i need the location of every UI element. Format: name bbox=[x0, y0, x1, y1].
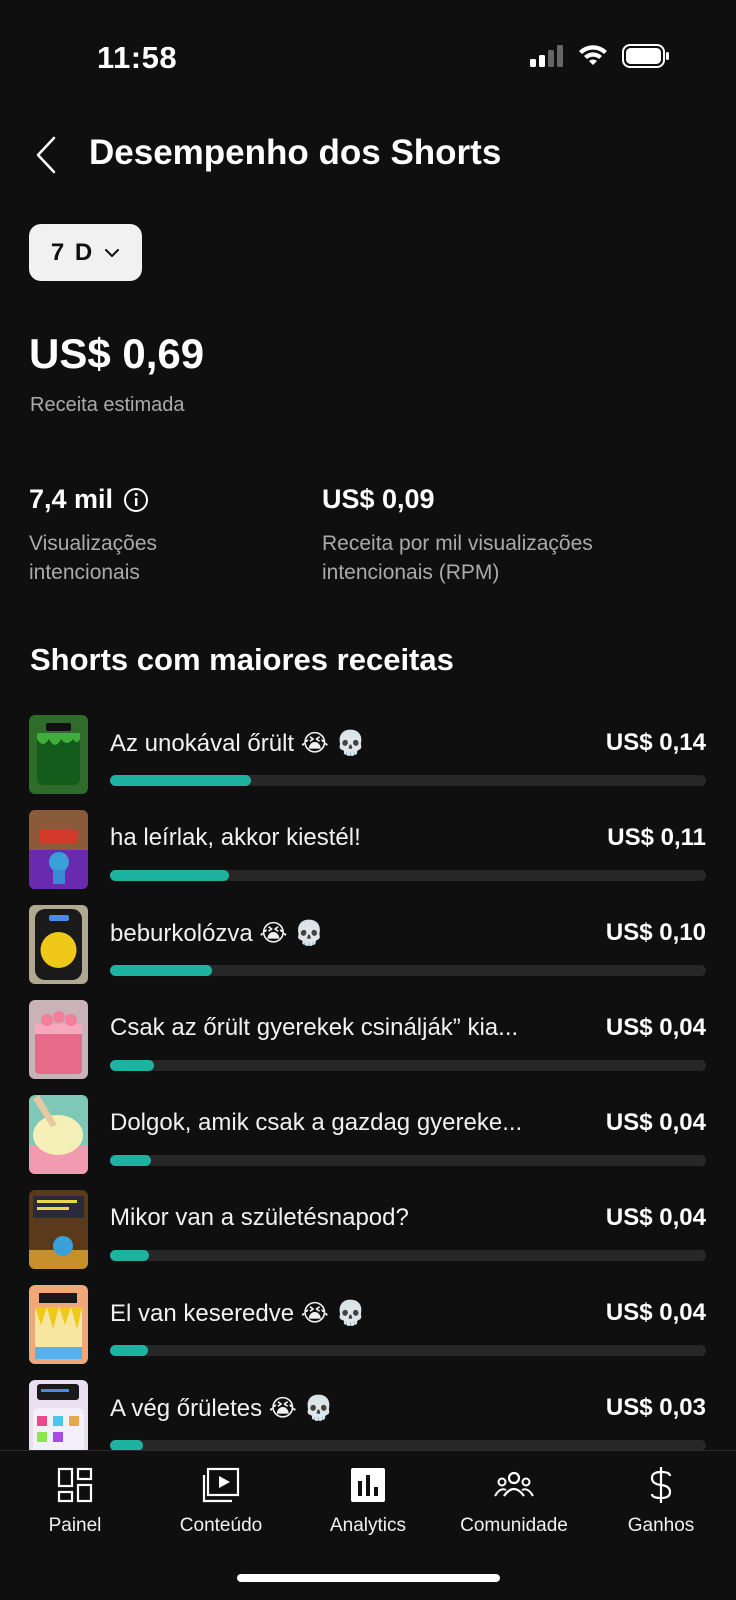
chevron-down-icon bbox=[105, 248, 120, 257]
header: Desempenho dos Shorts bbox=[0, 125, 736, 185]
short-revenue: US$ 0,04 bbox=[605, 1014, 706, 1041]
revenue-bar-fill bbox=[110, 775, 252, 786]
short-row[interactable]: Csak az őrült gyerekek csinálják” kia...… bbox=[0, 1000, 736, 1081]
short-thumbnail bbox=[29, 810, 88, 889]
revenue-bar-track bbox=[110, 965, 706, 976]
revenue-bar-fill bbox=[110, 965, 212, 976]
info-icon[interactable] bbox=[123, 487, 149, 513]
short-thumbnail bbox=[29, 1095, 88, 1174]
short-thumbnail bbox=[29, 1285, 88, 1364]
rpm-metric: US$ 0,09 Receita por mil visualizações i… bbox=[322, 484, 593, 587]
nav-item-analytics[interactable]: Analytics bbox=[295, 1465, 441, 1537]
short-row[interactable]: beburkolózva 😭 💀 US$ 0,10 bbox=[0, 905, 736, 986]
nav-item-conteudo[interactable]: Conteúdo bbox=[148, 1465, 294, 1537]
short-title: A vég őrületes 😭 💀 bbox=[110, 1395, 334, 1422]
analytics-icon bbox=[351, 1468, 385, 1502]
revenue-bar-track bbox=[110, 1060, 706, 1071]
period-dropdown[interactable]: 7 D bbox=[29, 224, 142, 281]
views-label-line2: intencionais bbox=[29, 561, 140, 584]
short-row[interactable]: Mikor van a születésnapod? US$ 0,04 bbox=[0, 1190, 736, 1271]
short-revenue: US$ 0,03 bbox=[605, 1394, 706, 1421]
short-title: Az unokával őrült 😭 💀 bbox=[110, 730, 366, 757]
short-row[interactable]: Dolgok, amik csak a gazdag gyereke... US… bbox=[0, 1095, 736, 1176]
short-revenue: US$ 0,04 bbox=[605, 1204, 706, 1231]
nav-item-ganhos[interactable]: Ganhos bbox=[588, 1465, 734, 1537]
short-title: ha leírlak, akkor kiestél! bbox=[110, 824, 361, 851]
status-bar: 11:58 bbox=[0, 0, 736, 110]
revenue-bar-track bbox=[110, 1155, 706, 1166]
section-title: Shorts com maiores receitas bbox=[30, 642, 454, 677]
back-arrow-icon bbox=[36, 136, 56, 174]
nav-item-comunidade[interactable]: Comunidade bbox=[441, 1465, 587, 1537]
nav-label: Comunidade bbox=[460, 1515, 568, 1536]
short-title: beburkolózva 😭 💀 bbox=[110, 920, 325, 947]
nav-label: Conteúdo bbox=[179, 1515, 263, 1536]
views-label-line1: Visualizações bbox=[29, 532, 158, 555]
short-revenue: US$ 0,04 bbox=[605, 1109, 706, 1136]
short-thumbnail bbox=[29, 1190, 88, 1269]
revenue-bar-fill bbox=[110, 870, 230, 881]
nav-item-painel[interactable]: Painel bbox=[2, 1465, 148, 1537]
dashboard-icon bbox=[57, 1467, 93, 1503]
short-revenue: US$ 0,04 bbox=[605, 1299, 706, 1326]
status-icons bbox=[530, 44, 670, 68]
community-icon bbox=[494, 1471, 534, 1497]
short-thumbnail bbox=[29, 1000, 88, 1079]
content-icon bbox=[202, 1467, 240, 1503]
short-title: Mikor van a születésnapod? bbox=[110, 1204, 409, 1231]
cellular-signal-icon bbox=[530, 45, 563, 67]
short-revenue: US$ 0,11 bbox=[607, 824, 706, 851]
revenue-bar-track bbox=[110, 870, 706, 881]
revenue-bar-track bbox=[110, 775, 706, 786]
period-selected: 7 D bbox=[50, 238, 95, 266]
short-thumbnail bbox=[29, 905, 88, 984]
rpm-label-line2: intencionais (RPM) bbox=[322, 561, 500, 584]
estimated-revenue-label: Receita estimada bbox=[30, 394, 185, 416]
revenue-bar-track bbox=[110, 1250, 706, 1261]
short-revenue: US$ 0,14 bbox=[605, 729, 706, 756]
earnings-icon bbox=[650, 1467, 672, 1503]
nav-label: Painel bbox=[48, 1515, 102, 1536]
revenue-bar-fill bbox=[110, 1250, 150, 1261]
short-revenue: US$ 0,10 bbox=[605, 919, 706, 946]
views-value: 7,4 mil bbox=[29, 484, 114, 514]
short-row[interactable]: Az unokával őrült 😭 💀 US$ 0,14 bbox=[0, 715, 736, 796]
revenue-bar-fill bbox=[110, 1155, 152, 1166]
revenue-bar-fill bbox=[110, 1060, 154, 1071]
rpm-value: US$ 0,09 bbox=[322, 484, 435, 514]
short-thumbnail bbox=[29, 715, 88, 794]
revenue-bar-track bbox=[110, 1345, 706, 1356]
estimated-revenue-value: US$ 0,69 bbox=[29, 330, 205, 377]
short-title: El van keseredve 😭 💀 bbox=[110, 1300, 366, 1327]
views-metric: 7,4 mil Visualizações intencionais bbox=[29, 484, 157, 587]
status-time: 11:58 bbox=[97, 40, 178, 75]
back-button[interactable] bbox=[26, 133, 66, 177]
short-row[interactable]: El van keseredve 😭 💀 US$ 0,04 bbox=[0, 1285, 736, 1366]
short-row[interactable]: A vég őrületes 😭 💀 US$ 0,03 bbox=[0, 1380, 736, 1461]
wifi-icon bbox=[579, 45, 607, 65]
revenue-bar-fill bbox=[110, 1345, 148, 1356]
short-title: Csak az őrült gyerekek csinálják” kia... bbox=[110, 1014, 519, 1041]
short-title: Dolgok, amik csak a gazdag gyereke... bbox=[110, 1109, 523, 1136]
nav-label: Analytics bbox=[329, 1515, 407, 1536]
short-row[interactable]: ha leírlak, akkor kiestél! US$ 0,11 bbox=[0, 810, 736, 891]
rpm-label-line1: Receita por mil visualizações bbox=[322, 532, 593, 555]
short-thumbnail bbox=[29, 1380, 88, 1459]
nav-label: Ganhos bbox=[627, 1515, 695, 1536]
page-title: Desempenho dos Shorts bbox=[89, 133, 502, 172]
battery-icon bbox=[622, 44, 669, 68]
home-indicator[interactable] bbox=[237, 1574, 500, 1582]
